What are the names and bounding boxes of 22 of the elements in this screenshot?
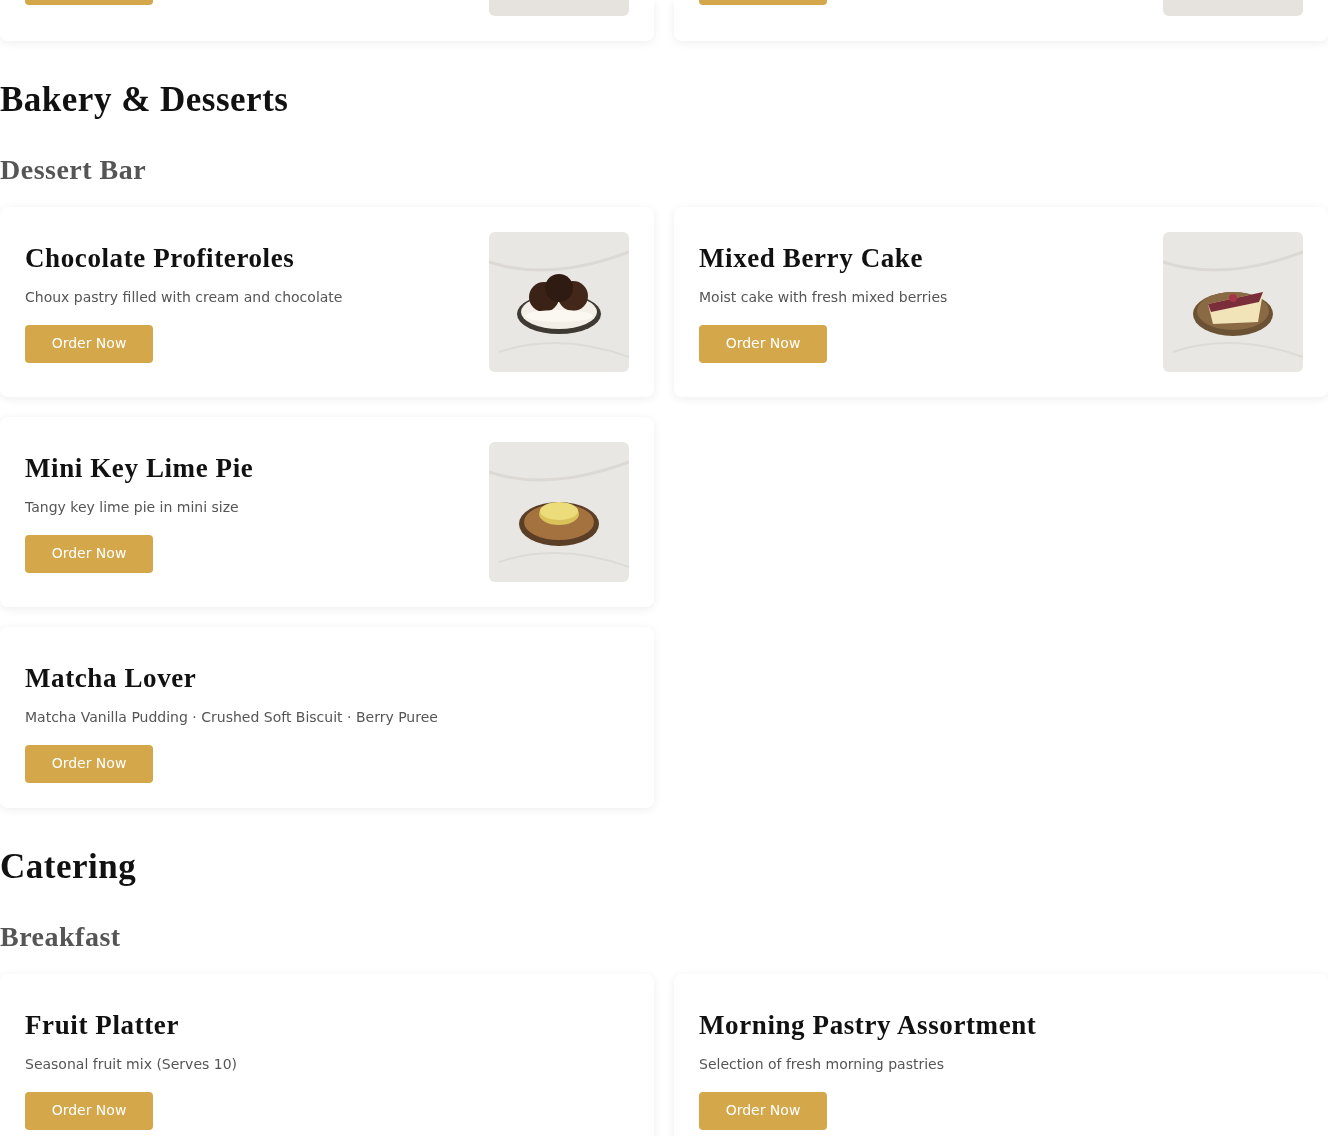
item-description: Choux pastry filled with cream and chocolate bbox=[25, 288, 343, 307]
item-description: Selection of fresh morning pastries bbox=[699, 1054, 945, 1074]
item-name: Matcha Lover bbox=[25, 661, 198, 694]
item-name: Mini Key Lime Pie bbox=[25, 451, 254, 484]
order-button[interactable]: Order Now bbox=[699, 1091, 827, 1130]
item-description: Seasonal fruit mix (Serves 10) bbox=[25, 1054, 238, 1074]
item-name: Mixed Berry Cake bbox=[699, 241, 925, 274]
order-button[interactable]: Order Now bbox=[25, 535, 153, 573]
item-name: Fruit Platter bbox=[25, 1008, 180, 1041]
order-button[interactable]: Order Now bbox=[25, 325, 153, 363]
item-description: Tangy key lime pie in mini size bbox=[25, 498, 240, 517]
order-button[interactable]: Order Now bbox=[25, 745, 153, 783]
subsection-heading: Dessert Bar bbox=[0, 153, 148, 187]
item-description: Moist cake with fresh mixed berries bbox=[699, 288, 948, 307]
item-name: Morning Pastry Assortment bbox=[699, 1008, 1037, 1041]
order-button[interactable]: Order Now bbox=[699, 325, 827, 363]
section-heading: Bakery & Desserts bbox=[0, 79, 290, 121]
item-name: Chocolate Profiteroles bbox=[25, 241, 296, 274]
subsection-heading: Breakfast bbox=[0, 920, 122, 954]
item-description: Matcha Vanilla Pudding · Crushed Soft Biscuit · Berry Puree bbox=[25, 708, 438, 727]
order-button[interactable]: Order Now bbox=[25, 1091, 153, 1130]
section-heading: Catering bbox=[0, 846, 138, 888]
